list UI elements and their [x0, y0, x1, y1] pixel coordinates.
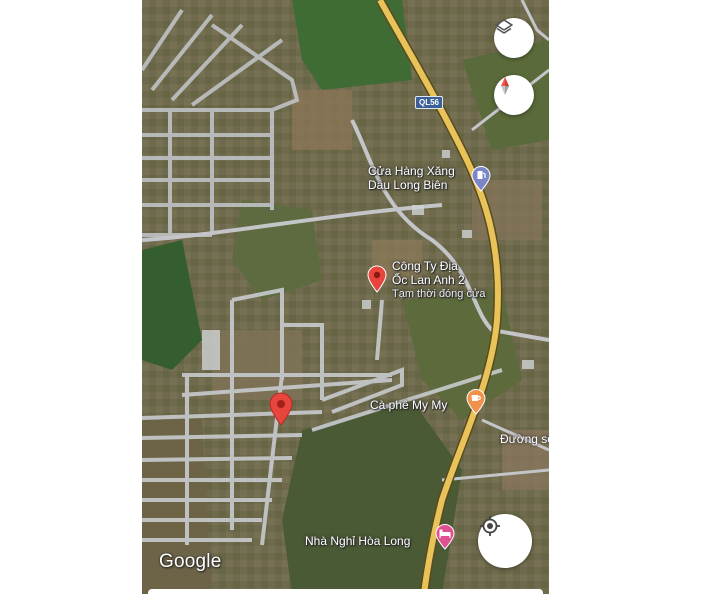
poi-real-estate-status: Tạm thời đóng cửa [392, 288, 486, 300]
my-location-icon [480, 516, 500, 536]
poi-cafe-name: Cà phê My My [370, 398, 448, 412]
map-view[interactable]: QL56 Cửa Hàng Xăng Dầu Long Biên Công Ty… [142, 0, 549, 594]
dropped-pin-icon[interactable] [269, 392, 293, 426]
my-location-button[interactable] [478, 514, 532, 568]
compass-button[interactable] [494, 75, 534, 115]
poi-hotel-name: Nhà Nghỉ Hòa Long [305, 534, 411, 548]
poi-gas-station-name-1: Cửa Hàng Xăng [368, 164, 455, 178]
poi-gas-station-name-2: Dầu Long Biên [368, 178, 448, 192]
highway-shield: QL56 [415, 96, 444, 109]
google-logo: Google [159, 551, 222, 572]
poi-real-estate-name-1: Công Ty Địa [392, 259, 458, 273]
coffee-icon [466, 389, 486, 415]
satellite-imagery [142, 0, 549, 594]
poi-real-estate-name-2: Ốc Lan Anh 2 [392, 273, 465, 287]
gas-station-icon [471, 166, 491, 192]
red-pin-icon [367, 265, 387, 293]
hotel-bed-icon [435, 524, 455, 550]
layers-icon [495, 19, 513, 34]
road-label: Đường số [500, 432, 549, 446]
compass-icon [501, 77, 509, 95]
layers-button[interactable] [494, 18, 534, 58]
bottom-sheet-edge [148, 589, 543, 594]
